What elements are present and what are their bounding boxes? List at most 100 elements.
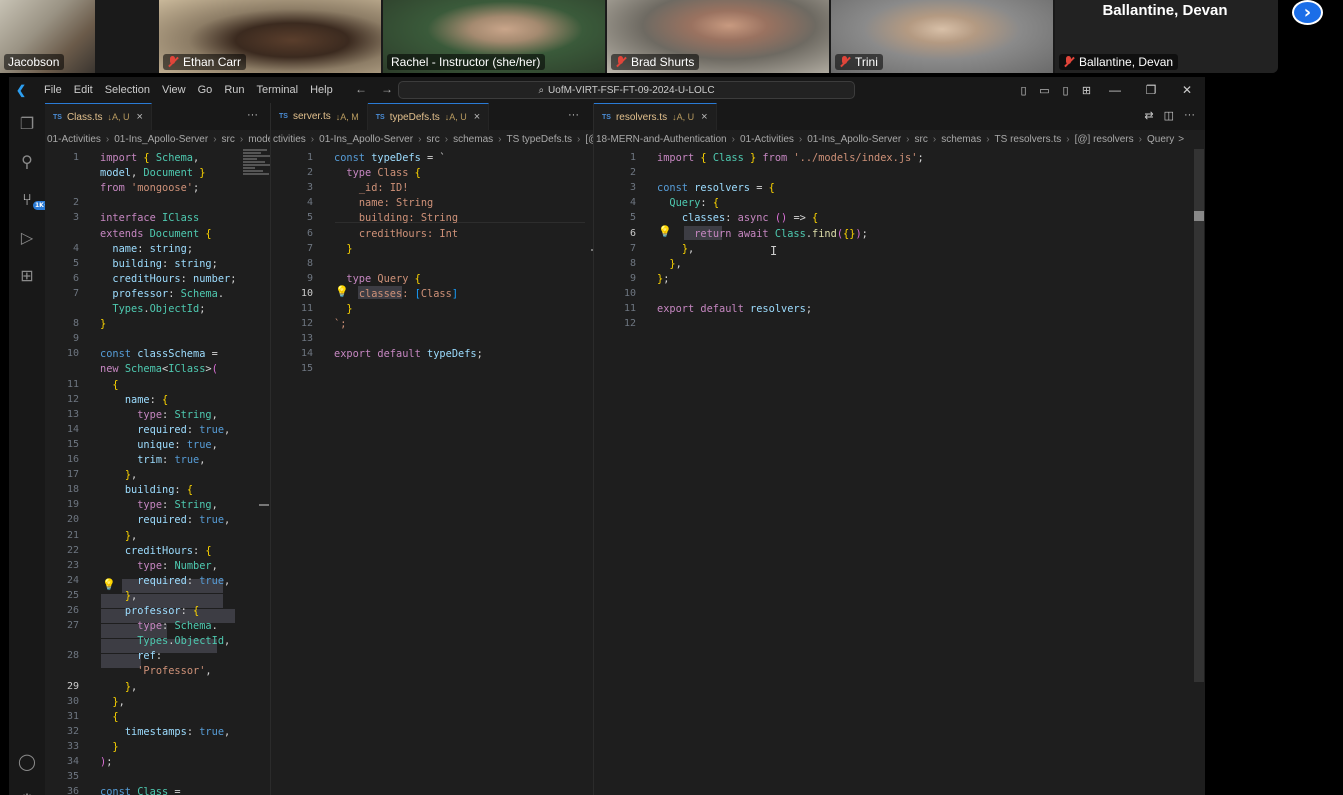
code-line: _id: ID! bbox=[358, 182, 409, 195]
close-tab-icon[interactable]: × bbox=[701, 111, 707, 123]
restore-icon[interactable]: ❐ bbox=[1133, 83, 1169, 97]
breadcrumb-item[interactable]: src bbox=[220, 134, 237, 145]
code-editor-class[interactable]: 💡 1 import { Schema, model, Document } from… bbox=[45, 149, 270, 795]
toggle-secondary-sidebar-icon[interactable]: ▯ bbox=[1055, 84, 1076, 97]
menu-file[interactable]: File bbox=[38, 84, 68, 96]
code-line: name: { bbox=[124, 393, 169, 406]
menu-terminal[interactable]: Terminal bbox=[251, 84, 305, 96]
command-center[interactable]: ⌕ UofM-VIRT-FSF-FT-09-2024-U-LOLC bbox=[398, 81, 855, 99]
line-number: 32 bbox=[66, 725, 79, 737]
git-status: ↓A, U bbox=[444, 112, 467, 122]
more-actions-icon[interactable]: ··· bbox=[568, 109, 579, 121]
line-number: 12 bbox=[66, 393, 79, 405]
line-number: 10 bbox=[623, 287, 636, 299]
participant-tile[interactable]: Trini bbox=[831, 0, 1053, 73]
menu-view[interactable]: View bbox=[156, 84, 192, 96]
breadcrumb-item[interactable]: 01-Activities bbox=[45, 134, 103, 145]
scrollbar[interactable] bbox=[1194, 149, 1204, 682]
line-number: 20 bbox=[66, 514, 79, 526]
code-editor-resolvers[interactable]: 💡 I 1 import { Class } from '../models/in… bbox=[594, 149, 1205, 795]
close-window-icon[interactable]: ✕ bbox=[1169, 83, 1205, 97]
menu-go[interactable]: Go bbox=[192, 84, 219, 96]
code-line: type: String, bbox=[137, 499, 218, 512]
breadcrumb-item[interactable]: > bbox=[1176, 134, 1186, 145]
chevron-right-icon[interactable]: › bbox=[1292, 0, 1323, 25]
source-control-icon[interactable]: ⑂ 1K+ bbox=[17, 189, 51, 210]
close-tab-icon[interactable]: × bbox=[137, 111, 143, 123]
code-line: creditHours: Int bbox=[358, 227, 459, 240]
line-number: 21 bbox=[66, 529, 79, 541]
breadcrumb-item[interactable]: 18-MERN-and-Authentication bbox=[594, 134, 729, 145]
more-actions-icon[interactable]: ··· bbox=[247, 109, 258, 121]
close-tab-icon[interactable]: × bbox=[474, 111, 480, 123]
line-number: 11 bbox=[66, 378, 79, 390]
code-editor-typedefs[interactable]: 💡 1 const typeDefs = ` 2 type Class {3 _id… bbox=[271, 149, 593, 795]
explorer-icon[interactable]: ❐ bbox=[17, 113, 37, 133]
code-line: }, bbox=[124, 589, 138, 602]
arrow-left-icon[interactable]: ← bbox=[355, 82, 367, 96]
tab-class-ts[interactable]: TS Class.ts ↓A, U × bbox=[45, 103, 152, 130]
breadcrumb-item[interactable]: ctivities bbox=[271, 134, 308, 145]
line-number: 1 bbox=[629, 152, 636, 163]
mic-muted-icon bbox=[1063, 56, 1075, 68]
line-number: 19 bbox=[66, 499, 79, 511]
code-line: }, bbox=[669, 257, 682, 270]
breadcrumb-item[interactable]: 01-Activities bbox=[738, 134, 796, 145]
toggle-sidebar-icon[interactable]: ▯ bbox=[1013, 84, 1034, 97]
menu-selection[interactable]: Selection bbox=[99, 84, 156, 96]
code-line: required: true, bbox=[137, 423, 231, 436]
minimap[interactable] bbox=[243, 149, 270, 189]
toggle-panel-icon[interactable]: ▭ bbox=[1034, 84, 1055, 97]
participant-name: Ethan Carr bbox=[163, 54, 247, 70]
split-editor-icon[interactable]: ◫ bbox=[1164, 109, 1174, 122]
more-actions-icon[interactable]: ··· bbox=[1184, 109, 1195, 122]
breadcrumb-item[interactable]: 01-Ins_Apollo-Server bbox=[805, 134, 903, 145]
breadcrumb-item[interactable]: [@] bbox=[583, 134, 593, 145]
extensions-icon[interactable]: ⊞ bbox=[17, 265, 37, 285]
title-bar: ❮ File Edit Selection View Go Run Termin… bbox=[9, 77, 1205, 103]
code-line: professor: { bbox=[124, 605, 200, 617]
participant-tile[interactable]: Brad Shurts bbox=[607, 0, 829, 73]
tab-server-ts[interactable]: TS server.ts ↓A, M bbox=[271, 103, 368, 130]
git-status: ↓A, U bbox=[672, 112, 695, 122]
code-line: import { Class } from '../models/index.j… bbox=[657, 152, 924, 164]
line-number: 13 bbox=[300, 333, 313, 345]
menu-edit[interactable]: Edit bbox=[68, 84, 99, 96]
settings-gear-icon[interactable]: ⚙ bbox=[17, 789, 37, 795]
tab-resolvers-ts[interactable]: TS resolvers.ts ↓A, U × bbox=[594, 103, 717, 130]
line-number: 2 bbox=[629, 167, 636, 179]
line-number: 13 bbox=[66, 408, 79, 420]
search-icon[interactable]: ⚲ bbox=[17, 151, 37, 171]
participant-strip: Jacobson Ethan Carr Rachel - Instructor … bbox=[0, 0, 1278, 73]
participant-tile[interactable]: Ethan Carr bbox=[159, 0, 381, 73]
tab-typedefs-ts[interactable]: TS typeDefs.ts ↓A, U × bbox=[367, 103, 490, 130]
code-line: }, bbox=[681, 242, 695, 255]
breadcrumb-item[interactable]: 01-Ins_Apollo-Server bbox=[317, 134, 415, 145]
breadcrumb-item[interactable]: src bbox=[424, 134, 441, 145]
code-line: classes: [Class] bbox=[358, 287, 459, 300]
breadcrumb-item[interactable]: schemas bbox=[451, 134, 495, 145]
code-line: type: Number, bbox=[137, 559, 218, 572]
participant-tile[interactable]: Jacobson bbox=[0, 0, 95, 73]
participant-tile[interactable]: Rachel - Instructor (she/her) bbox=[383, 0, 605, 73]
breadcrumb-item[interactable]: models bbox=[246, 134, 270, 145]
run-debug-icon[interactable]: ▷ bbox=[17, 227, 37, 247]
line-number: 27 bbox=[66, 620, 79, 632]
breadcrumb-item[interactable]: 01-Ins_Apollo-Server bbox=[112, 134, 210, 145]
breadcrumb-item[interactable]: schemas bbox=[939, 134, 983, 145]
breadcrumb-item[interactable]: src bbox=[913, 134, 930, 145]
breadcrumb-item[interactable]: TS typeDefs.ts bbox=[504, 134, 574, 145]
menu-help[interactable]: Help bbox=[304, 84, 339, 96]
minimize-icon[interactable]: — bbox=[1097, 83, 1133, 97]
menu-run[interactable]: Run bbox=[218, 84, 250, 96]
account-icon[interactable]: ◯ bbox=[17, 751, 37, 771]
breadcrumb-item[interactable]: Query bbox=[1145, 134, 1176, 145]
customize-layout-icon[interactable]: ⊞ bbox=[1076, 84, 1097, 97]
breadcrumb-item[interactable]: TS resolvers.ts bbox=[993, 134, 1064, 145]
code-line: } bbox=[346, 303, 353, 315]
breadcrumb-item[interactable]: [@] resolvers bbox=[1073, 134, 1136, 145]
open-changes-icon[interactable]: ⇄ bbox=[1144, 109, 1153, 122]
arrow-right-icon[interactable]: → bbox=[381, 82, 393, 96]
scrollbar[interactable] bbox=[259, 504, 269, 506]
line-number: 6 bbox=[306, 227, 313, 239]
